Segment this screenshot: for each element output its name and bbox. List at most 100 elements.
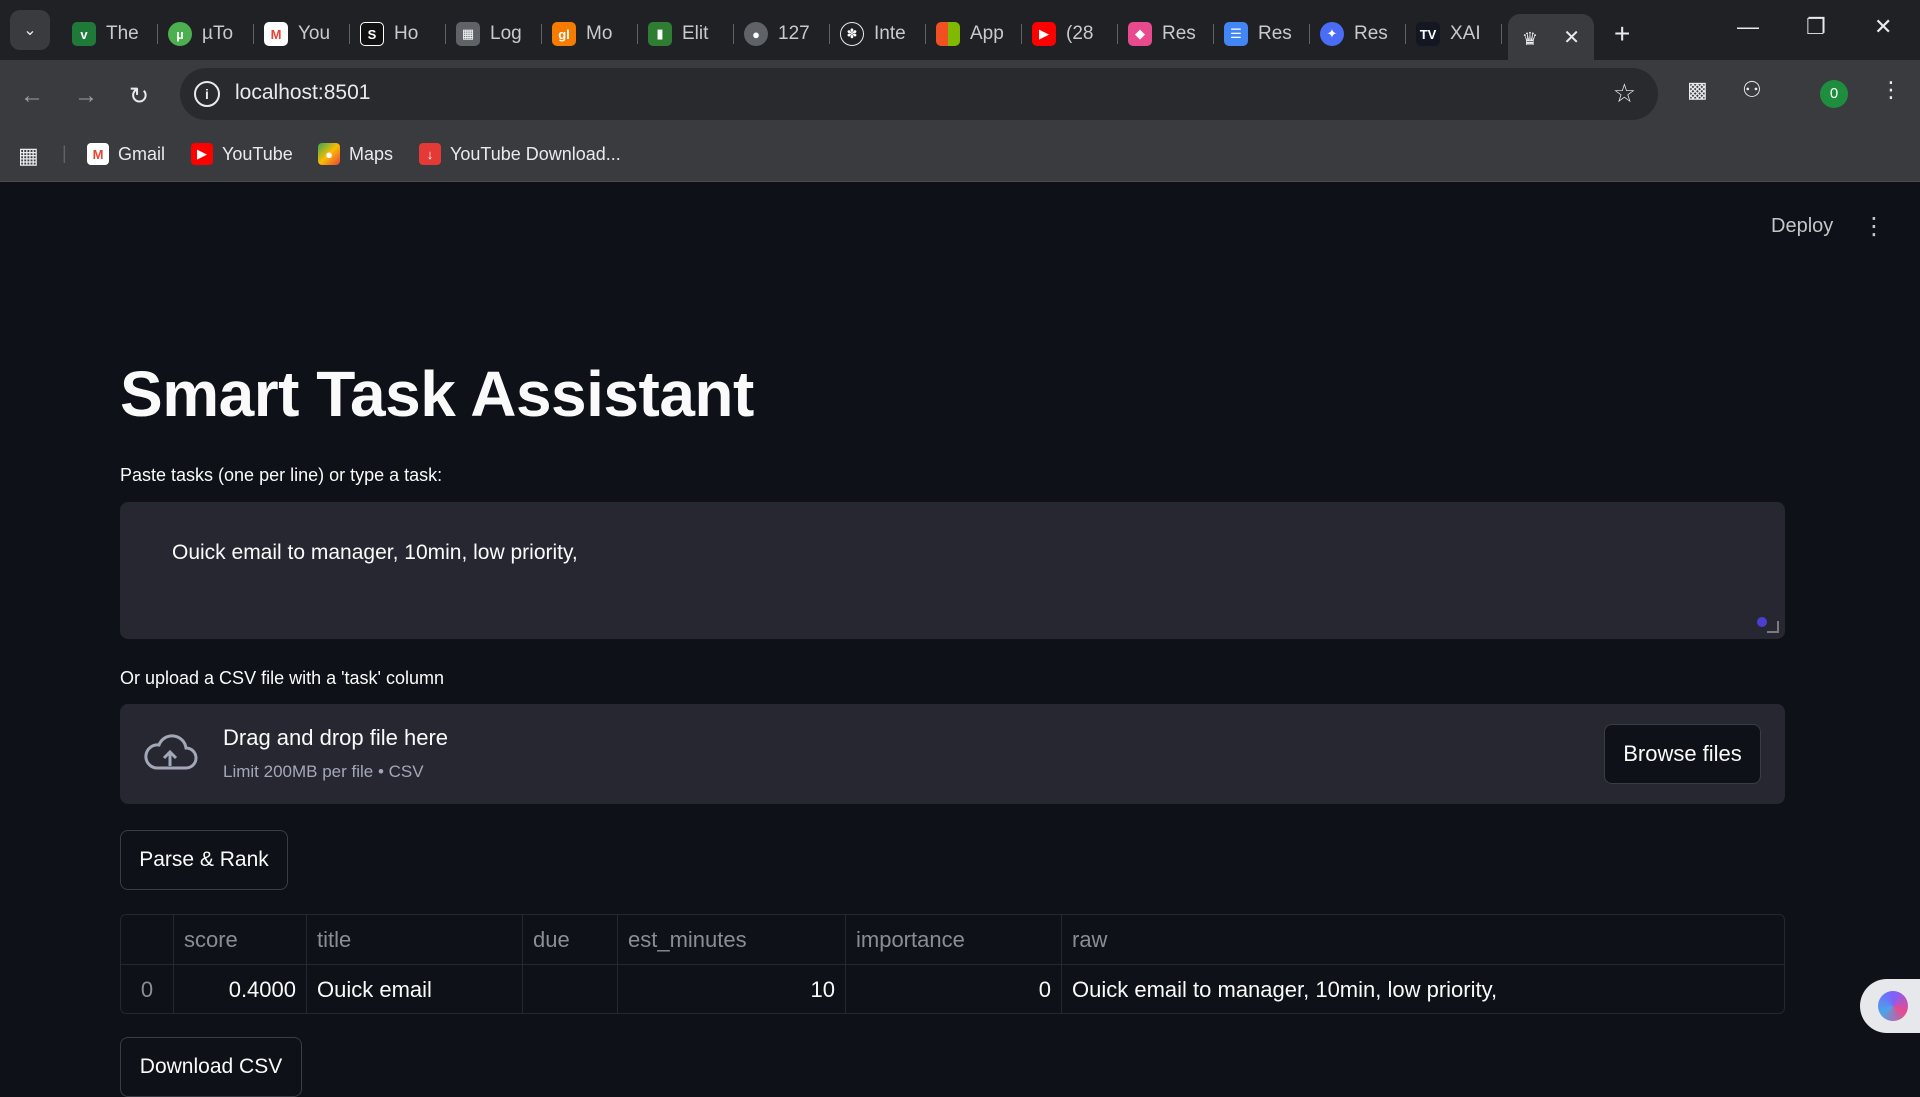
address-bar[interactable]: i localhost:8501 ☆: [180, 68, 1658, 120]
tab-1[interactable]: µ µTo: [158, 14, 254, 54]
bookmark-label: Gmail: [118, 143, 166, 164]
tab-favicon-icon: ✦: [1320, 22, 1344, 46]
tab-title: µTo: [202, 23, 234, 44]
column-header-raw[interactable]: raw: [1062, 915, 1784, 964]
extensions-icon[interactable]: ⚇: [1742, 77, 1762, 103]
dropzone-limit: Limit 200MB per file • CSV: [223, 762, 424, 781]
tab-8[interactable]: ✽ Inte: [830, 14, 926, 54]
tab-14[interactable]: TV XAI: [1406, 14, 1502, 54]
tab-title: Elit: [682, 23, 709, 44]
cell-due[interactable]: [523, 965, 618, 1013]
bookmark-youtube-download[interactable]: ↓ YouTube Download...: [419, 143, 621, 165]
bookmark-star-icon[interactable]: ☆: [1613, 78, 1636, 109]
tab-title: The: [106, 23, 139, 44]
bookmark-youtube[interactable]: ▶ YouTube: [191, 143, 293, 165]
task-textarea[interactable]: Ouick email to manager, 10min, low prior…: [120, 502, 1785, 639]
bookmark-label: Maps: [349, 143, 394, 164]
bookmarks-divider: |: [62, 143, 67, 163]
focus-dot: [1757, 617, 1767, 627]
tab-6[interactable]: ▮ Elit: [638, 14, 734, 54]
column-header-title[interactable]: title: [307, 915, 523, 964]
cloud-upload-icon: [144, 734, 198, 770]
resize-handle-icon[interactable]: [1767, 621, 1779, 633]
floating-assistant-button[interactable]: [1860, 979, 1920, 1033]
restore-icon[interactable]: ❐: [1806, 14, 1826, 40]
tab-favicon-icon: v: [72, 22, 96, 46]
url-text: localhost:8501: [235, 81, 371, 104]
tab-11[interactable]: ◆ Res: [1118, 14, 1214, 54]
crown-icon: ♛: [1521, 28, 1539, 49]
tab-active[interactable]: ♛ ✕: [1508, 14, 1594, 64]
chevron-down-icon: ⌄: [23, 22, 37, 39]
tab-favicon-icon: ▶: [1032, 22, 1056, 46]
close-tab-icon[interactable]: ✕: [1563, 25, 1580, 50]
app-menu-icon[interactable]: ⋮: [1862, 212, 1886, 241]
minimize-icon[interactable]: —: [1737, 14, 1759, 40]
tab-favicon-icon: µ: [168, 22, 192, 46]
apps-grid-icon[interactable]: ▦: [18, 143, 39, 169]
tab-title: 127: [778, 23, 810, 44]
download-csv-button[interactable]: Download CSV: [120, 1037, 302, 1097]
task-textarea-value: Ouick email to manager, 10min, low prior…: [172, 541, 578, 564]
column-header-index[interactable]: [121, 915, 174, 964]
column-header-importance[interactable]: importance: [846, 915, 1062, 964]
tab-favicon-icon: M: [264, 22, 288, 46]
site-info-icon[interactable]: i: [194, 81, 220, 107]
bookmark-maps[interactable]: ● Maps: [318, 143, 393, 165]
page-title: Smart Task Assistant: [120, 358, 754, 430]
tab-title: Inte: [874, 23, 906, 44]
tab-10[interactable]: ▶ (28: [1022, 14, 1118, 54]
dropzone-instructions: Drag and drop file here: [223, 725, 449, 750]
tab-12[interactable]: ☰ Res: [1214, 14, 1310, 54]
parse-rank-button[interactable]: Parse & Rank: [120, 830, 288, 890]
tab-favicon-icon: S: [360, 22, 384, 46]
tab-3[interactable]: S Ho: [350, 14, 446, 54]
deploy-button[interactable]: Deploy: [1771, 215, 1833, 238]
profile-avatar[interactable]: 0: [1820, 80, 1848, 108]
cell-raw[interactable]: Ouick email to manager, 10min, low prior…: [1062, 965, 1784, 1013]
tab-0[interactable]: v The: [62, 14, 158, 54]
tab-favicon-icon: ▮: [648, 22, 672, 46]
cell-score[interactable]: 0.4000: [174, 965, 307, 1013]
column-header-due[interactable]: due: [523, 915, 618, 964]
youtube-icon: ▶: [191, 143, 213, 165]
qr-code-icon[interactable]: ▩: [1687, 77, 1708, 103]
tab-favicon-icon: ☰: [1224, 22, 1248, 46]
browse-files-button[interactable]: Browse files: [1604, 724, 1761, 784]
tab-2[interactable]: M You: [254, 14, 350, 54]
column-header-est-minutes[interactable]: est_minutes: [618, 915, 846, 964]
back-icon[interactable]: ←: [20, 82, 44, 110]
menu-kebab-icon[interactable]: ⋮: [1880, 77, 1902, 103]
tab-title: App: [970, 23, 1004, 44]
cell-est-minutes[interactable]: 10: [618, 965, 846, 1013]
tab-favicon-icon: ●: [744, 22, 768, 46]
tab-7[interactable]: ● 127: [734, 14, 830, 54]
tab-favicon-icon: ◆: [1128, 22, 1152, 46]
browser-chrome: ⌄ v The µ µTo M You S Ho ▦ Log gl Mo ▮ Elit ● 12…: [0, 0, 1920, 182]
tab-strip: ⌄ v The µ µTo M You S Ho ▦ Log gl Mo ▮ Elit ● 12…: [0, 0, 1920, 64]
file-dropzone[interactable]: Drag and drop file here Limit 200MB per …: [120, 704, 1785, 804]
task-input-label: Paste tasks (one per line) or type a tas…: [120, 465, 443, 485]
row-index: 0: [121, 965, 174, 1013]
tab-9[interactable]: ​ App: [926, 14, 1022, 54]
cell-title[interactable]: Ouick email: [307, 965, 523, 1013]
reload-icon[interactable]: ↻: [129, 82, 149, 111]
tab-favicon-icon: ✽: [840, 22, 864, 46]
table-row[interactable]: 0 0.4000 Ouick email 10 0 Ouick email to…: [121, 965, 1784, 1013]
tab-5[interactable]: gl Mo: [542, 14, 638, 54]
cell-importance[interactable]: 0: [846, 965, 1062, 1013]
column-header-score[interactable]: score: [174, 915, 307, 964]
tab-13[interactable]: ✦ Res: [1310, 14, 1406, 54]
new-tab-icon[interactable]: +: [1614, 18, 1630, 50]
forward-icon[interactable]: →: [74, 82, 98, 110]
tab-4[interactable]: ▦ Log: [446, 14, 542, 54]
tab-title: Res: [1258, 23, 1292, 44]
bookmark-gmail[interactable]: M Gmail: [87, 143, 165, 165]
results-table[interactable]: score title due est_minutes importance r…: [120, 914, 1785, 1014]
close-window-icon[interactable]: ✕: [1874, 14, 1892, 40]
tab-search-button[interactable]: ⌄: [10, 10, 50, 50]
tab-title: (28: [1066, 23, 1094, 44]
tab-title: Res: [1162, 23, 1196, 44]
tab-title: Ho: [394, 23, 419, 44]
tab-list: v The µ µTo M You S Ho ▦ Log gl Mo ▮ Elit ● 127 …: [62, 10, 1630, 64]
